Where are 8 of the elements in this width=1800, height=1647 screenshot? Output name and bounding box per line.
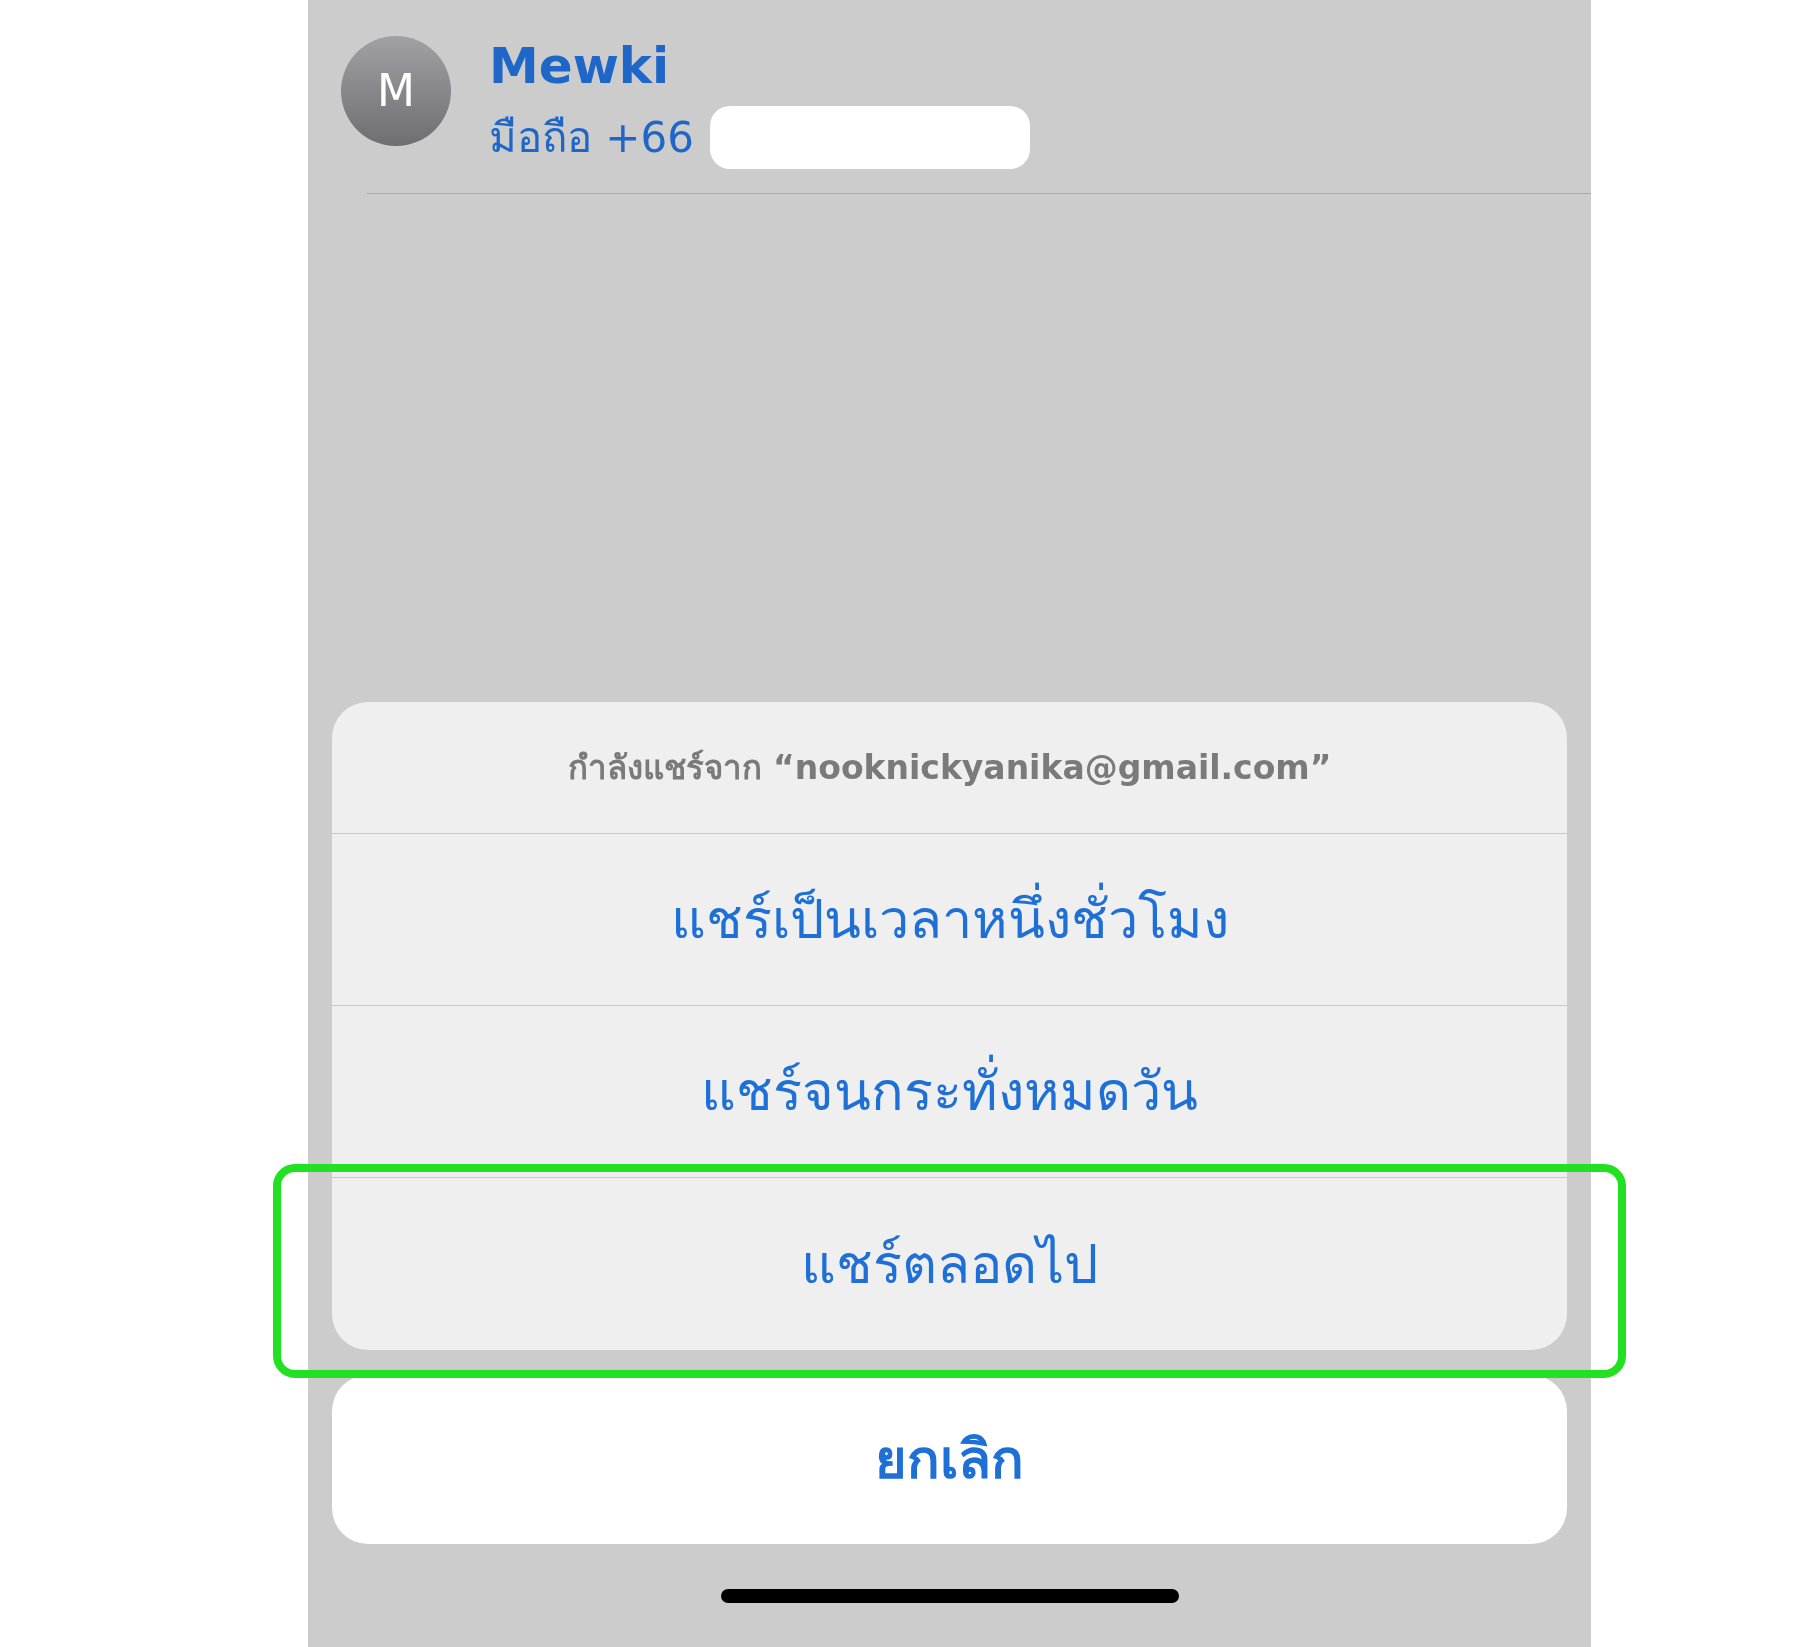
- cancel-button[interactable]: ยกเลิก: [332, 1375, 1567, 1544]
- share-option[interactable]: แชร์จนกระทั่งหมดวัน: [332, 1006, 1567, 1178]
- share-option[interactable]: แชร์เป็นเวลาหนึ่งชั่วโมง: [332, 834, 1567, 1006]
- contact-name: Mewki: [489, 36, 671, 96]
- contact-avatar: M: [341, 36, 451, 146]
- sheet-header: กำลังแชร์จาก “nooknickyanika@gmail.com”: [567, 746, 1332, 789]
- phone-label: มือถือ +66: [489, 111, 694, 164]
- share-option[interactable]: แชร์ตลอดไป: [332, 1178, 1567, 1350]
